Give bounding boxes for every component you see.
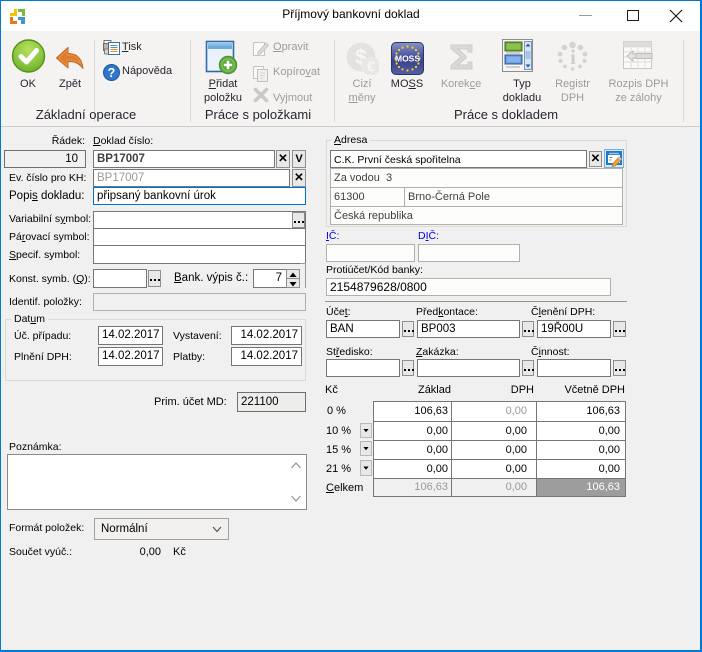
svg-text:€: € <box>367 59 376 76</box>
svg-text:i: i <box>570 45 576 69</box>
svg-text:MOSS: MOSS <box>395 54 420 64</box>
svg-text:?: ? <box>108 66 116 80</box>
